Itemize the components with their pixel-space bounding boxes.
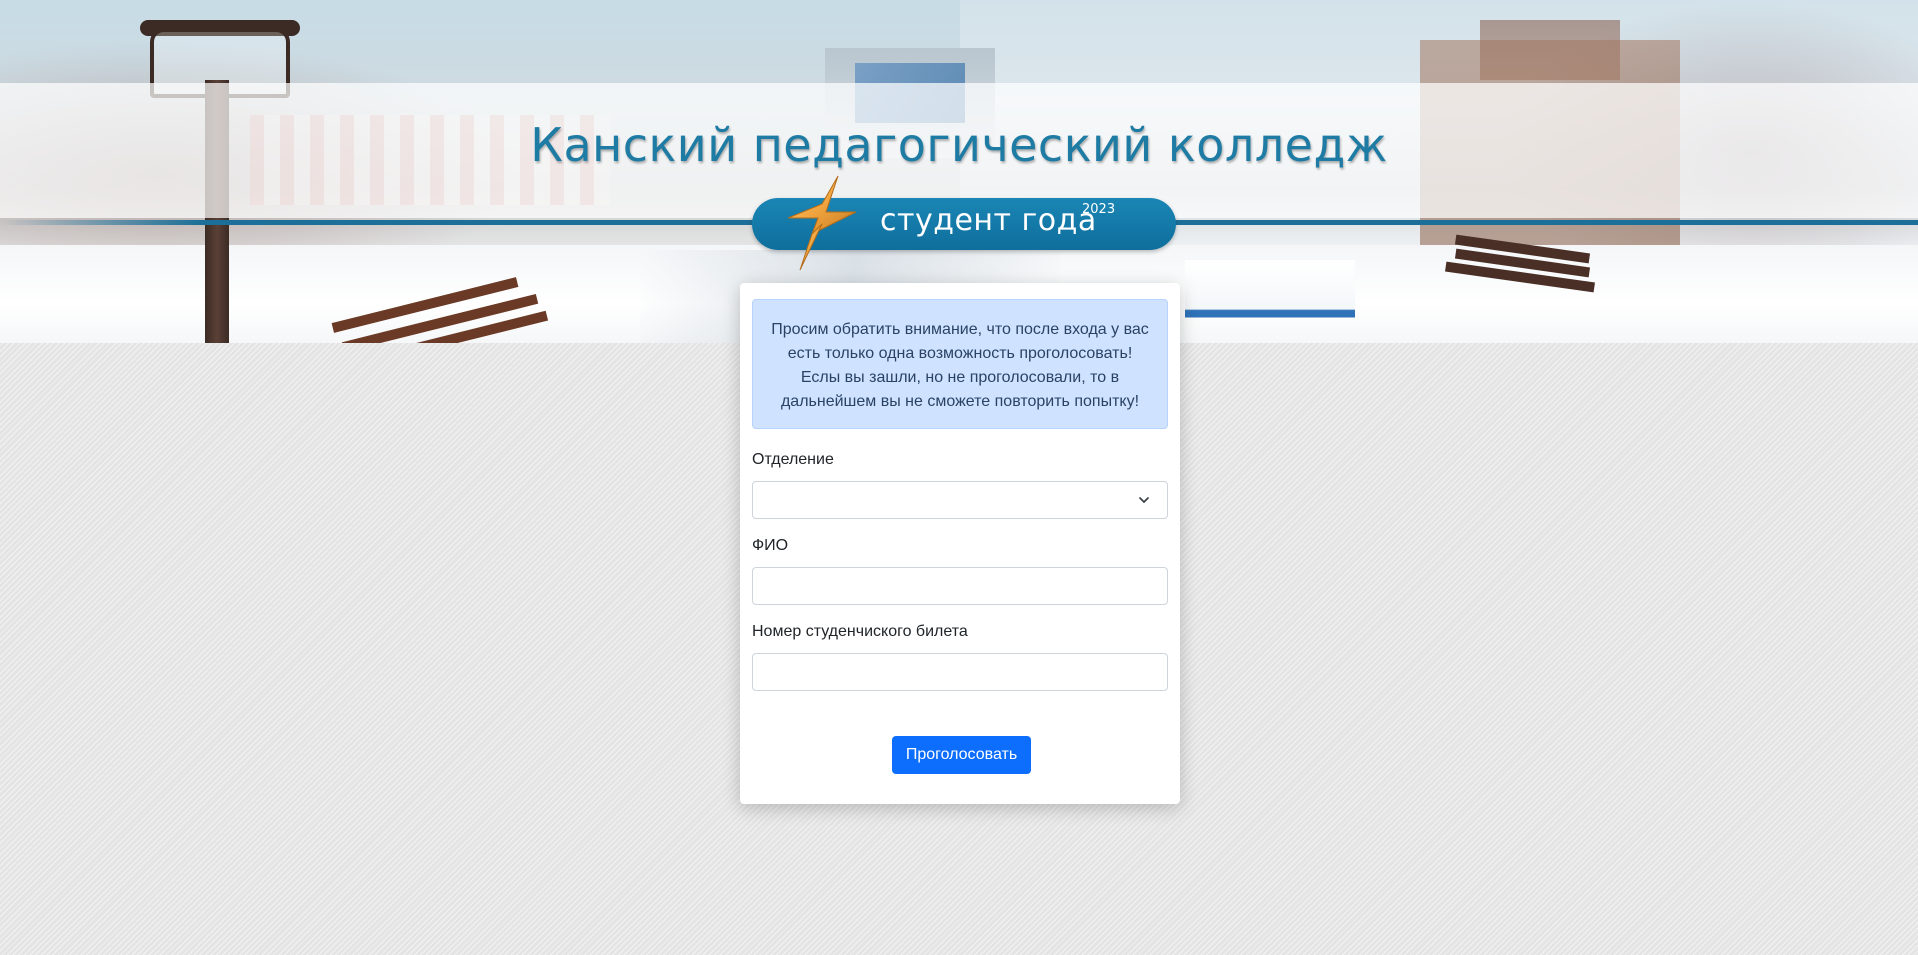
badge-text: студент года: [880, 203, 1097, 238]
chevron-down-icon: [1139, 497, 1149, 503]
notice-line: Просим обратить внимание, что после вход…: [771, 321, 1149, 338]
department-label: Отделение: [752, 451, 834, 468]
banner-fountain: [1185, 260, 1355, 330]
student-ticket-label: Номер студенчиского билета: [752, 623, 968, 640]
lightning-star-icon: [787, 175, 857, 271]
fio-input[interactable]: [752, 567, 1168, 605]
vote-button[interactable]: Проголосовать: [892, 736, 1031, 774]
fio-label: ФИО: [752, 537, 789, 554]
notice-line: Еслы вы зашли, но не проголосовали, то в: [800, 369, 1120, 386]
vote-form-card: Просим обратить внимание, что после вход…: [740, 283, 1180, 804]
notice-line: дальнейшем вы не сможете повторить попыт…: [780, 393, 1140, 410]
department-select[interactable]: [752, 481, 1168, 519]
page-title: Канский педагогический колледж: [530, 118, 1388, 172]
student-ticket-input[interactable]: [752, 653, 1168, 691]
notice-alert: Просим обратить внимание, что после вход…: [752, 299, 1168, 429]
badge-year: 2023: [1082, 202, 1116, 217]
notice-line: есть только одна возможность проголосова…: [787, 345, 1133, 362]
header-line-fade: [0, 220, 200, 225]
